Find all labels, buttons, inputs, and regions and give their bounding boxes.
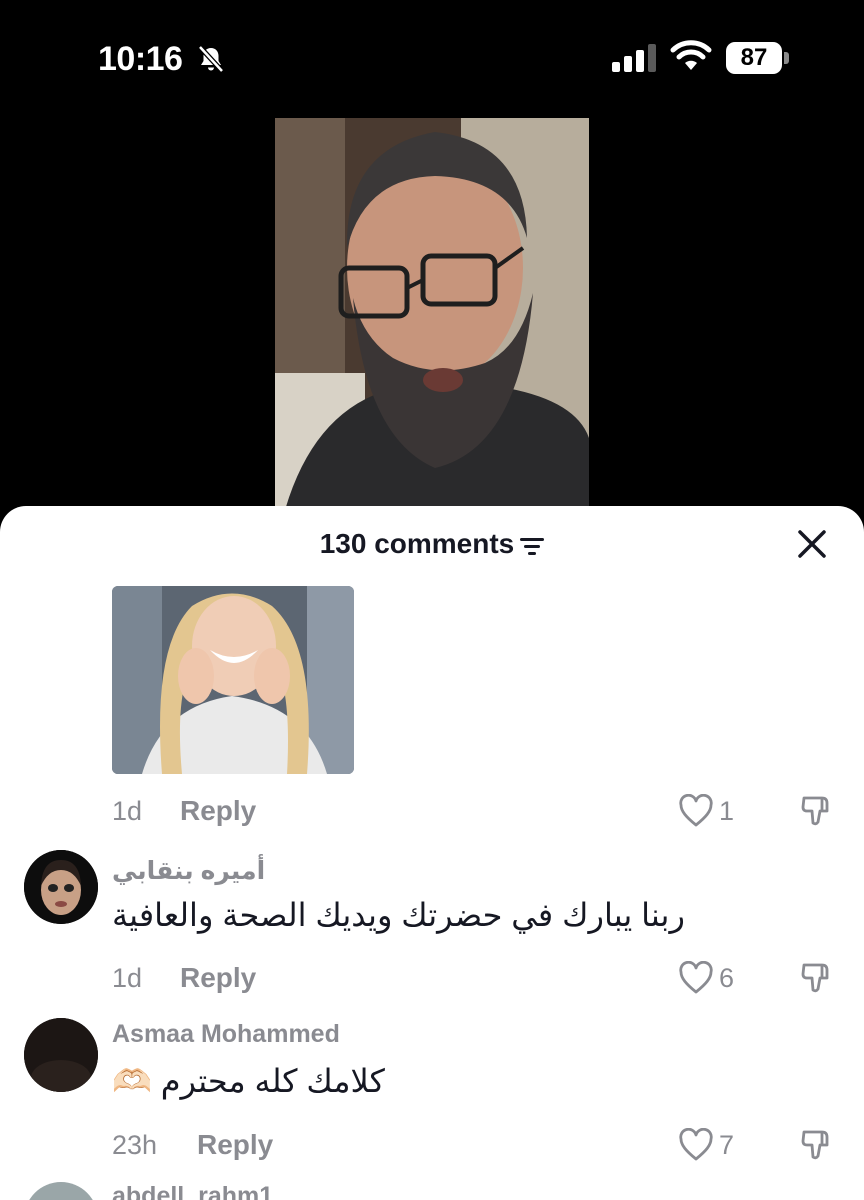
status-time: 10:16: [98, 40, 183, 78]
status-bar: 10:16 87: [0, 0, 864, 110]
comment-text-row: 🫶🏻 كلامك كله محترم: [112, 1062, 385, 1100]
comment-time: 1d: [112, 963, 143, 993]
heart-icon[interactable]: [678, 1128, 714, 1162]
comments-sheet: 130 comments 1d Reply 1 أميره بنقابي ربن…: [0, 506, 864, 1200]
heart-icon[interactable]: [678, 961, 714, 995]
avatar[interactable]: [24, 850, 98, 924]
comment-meta-row: 23h Reply 7: [0, 1122, 864, 1172]
dislike-icon[interactable]: [798, 959, 834, 995]
comment-username[interactable]: abdell_rahm1: [112, 1182, 273, 1200]
comment-meta-row: 1d Reply 1: [0, 788, 864, 838]
comment-gif[interactable]: [112, 586, 354, 774]
comment-username[interactable]: أميره بنقابي: [112, 856, 265, 886]
comment-time: 1d: [112, 796, 143, 826]
comment-time: 23h: [112, 1130, 158, 1160]
battery-indicator: 87: [726, 42, 790, 74]
comments-header: 130 comments: [0, 506, 864, 586]
video-frame-image: [275, 118, 589, 510]
heart-hands-emoji: 🫶🏻: [112, 1063, 152, 1099]
avatar[interactable]: [24, 1018, 98, 1092]
dislike-icon[interactable]: [798, 1126, 834, 1162]
comment-text: ربنا يبارك في حضرتك ويديك الصحة والعافية: [112, 897, 685, 933]
reply-button[interactable]: Reply: [180, 795, 256, 827]
like-count: 7: [719, 1130, 735, 1160]
silent-bell-icon: [198, 45, 224, 73]
battery-level: 87: [726, 42, 782, 74]
wifi-icon: [670, 40, 712, 70]
dislike-icon[interactable]: [798, 792, 834, 828]
avatar[interactable]: [24, 1182, 98, 1200]
battery-tip: [784, 52, 789, 64]
like-count: 6: [719, 963, 735, 993]
filter-icon[interactable]: [520, 536, 545, 556]
comment-username[interactable]: Asmaa Mohammed: [112, 1020, 340, 1049]
heart-icon[interactable]: [678, 794, 714, 828]
reply-button[interactable]: Reply: [197, 1129, 273, 1161]
cellular-signal-icon: [612, 44, 656, 72]
comments-count-label: 130 comments: [319, 528, 515, 559]
comment-text: كلامك كله محترم: [160, 1063, 385, 1099]
comments-title[interactable]: 130 comments: [0, 528, 864, 560]
like-count: 1: [719, 796, 735, 826]
video-preview[interactable]: [275, 118, 589, 510]
close-icon[interactable]: [796, 528, 828, 560]
comment-meta-row: 1d Reply 6: [0, 955, 864, 1005]
avatar-image: [24, 1018, 98, 1092]
gif-image: [112, 586, 354, 774]
avatar-image: [24, 850, 98, 924]
reply-button[interactable]: Reply: [180, 962, 256, 994]
